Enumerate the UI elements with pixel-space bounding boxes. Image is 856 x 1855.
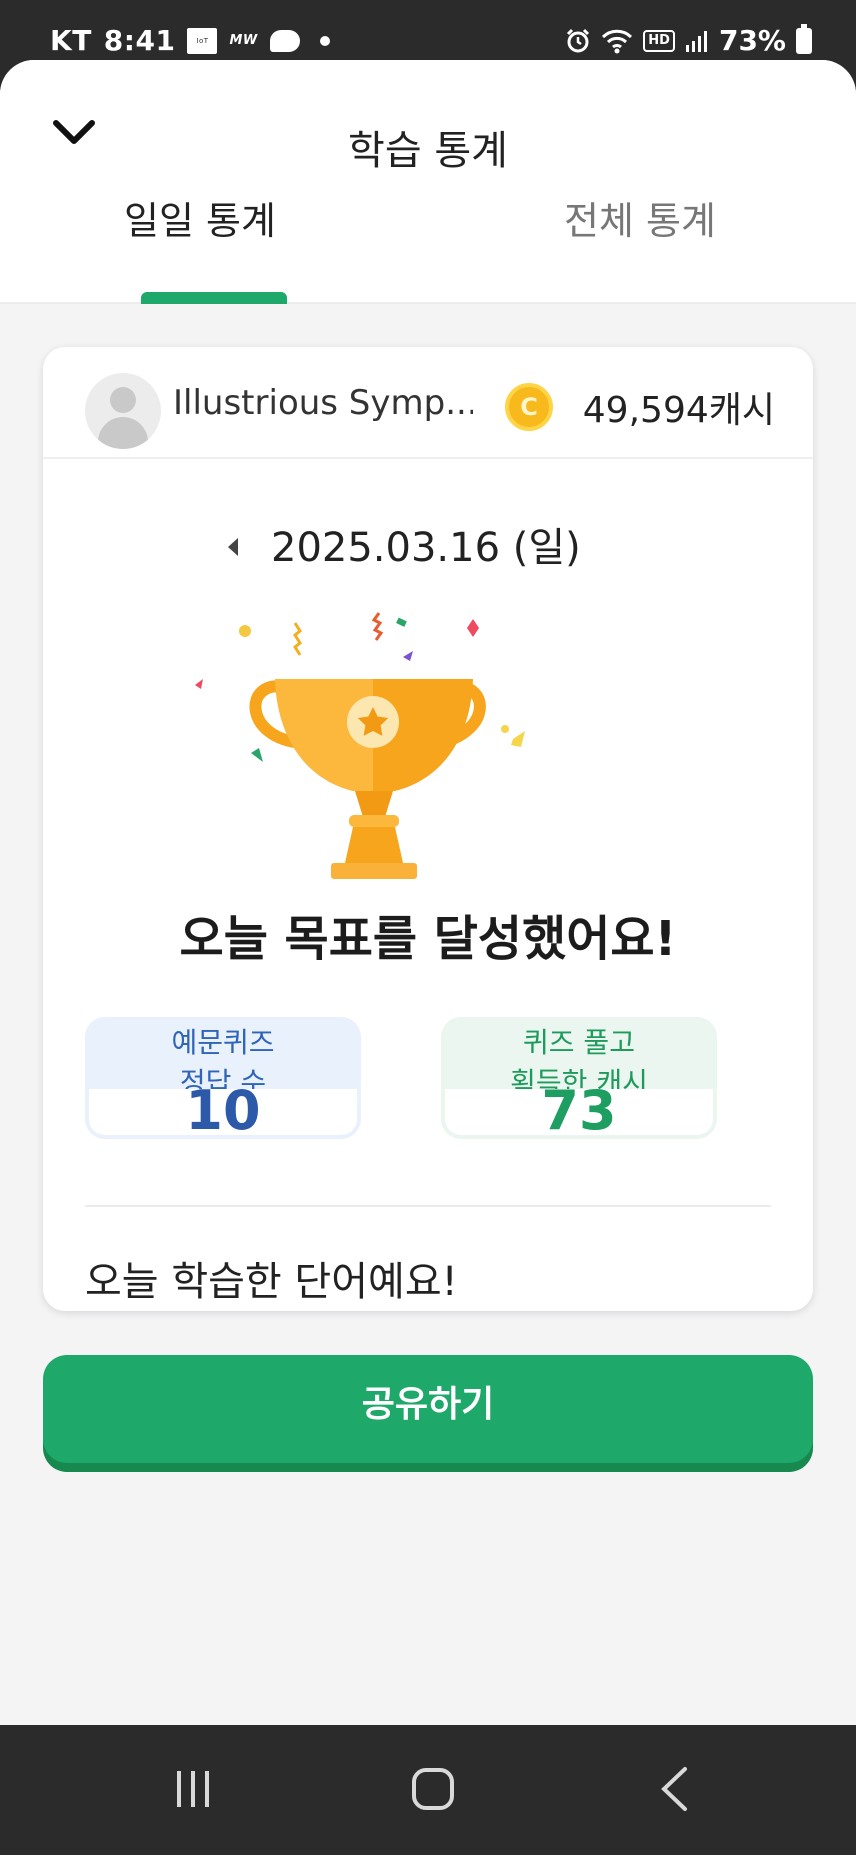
cash-balance: 49,594캐시 xyxy=(582,390,775,431)
stat-value: 73 xyxy=(541,1079,617,1139)
divider xyxy=(85,1205,771,1207)
recents-icon xyxy=(177,1771,209,1807)
system-nav-bar xyxy=(0,1725,856,1855)
learned-words-title: 오늘 학습한 단어예요! xyxy=(85,1259,458,1305)
share-button[interactable]: 공유하기 xyxy=(43,1355,813,1463)
notification-chat-icon xyxy=(269,29,300,52)
page-title: 학습 통계 xyxy=(348,128,508,174)
notification-app-icon: IoT xyxy=(187,27,218,54)
caret-left-icon xyxy=(228,538,238,556)
alarm-icon xyxy=(567,28,590,52)
notification-dot-icon xyxy=(319,35,330,46)
battery-percent: 73% xyxy=(718,24,786,57)
profile-row: Illustrious Symp... C 49,594캐시 xyxy=(43,347,813,459)
tab-active-indicator xyxy=(141,292,287,304)
app-panel: 학습 통계 일일 통계 전체 통계 Illustrious Symp... C … xyxy=(0,60,856,1725)
recents-button[interactable] xyxy=(153,1759,233,1819)
avatar xyxy=(85,373,161,449)
notification-mw-icon: MW xyxy=(229,33,258,48)
header: 학습 통계 일일 통계 전체 통계 xyxy=(0,60,856,304)
date-label: 2025.03.16 (일) xyxy=(271,525,581,571)
previous-date-button[interactable] xyxy=(223,533,243,561)
stat-cash-earned: 퀴즈 풀고 획득한 캐시 73 xyxy=(441,1017,717,1139)
stat-value: 10 xyxy=(185,1079,261,1139)
back-button[interactable] xyxy=(634,1759,714,1819)
carrier-label: KT xyxy=(50,24,92,57)
home-icon xyxy=(412,1768,454,1810)
battery-icon xyxy=(796,23,812,54)
wifi-icon xyxy=(602,29,633,53)
back-icon xyxy=(661,1767,687,1811)
stat-title-line1: 퀴즈 풀고 xyxy=(523,1026,635,1059)
signal-icon xyxy=(685,30,707,52)
stat-title-line1: 예문퀴즈 xyxy=(171,1026,275,1059)
goal-achieved-message: 오늘 목표를 달성했어요! xyxy=(179,911,677,967)
trophy-icon xyxy=(195,612,525,879)
stats-card: Illustrious Symp... C 49,594캐시 2025.03.1… xyxy=(43,347,813,1311)
stat-quiz-correct: 예문퀴즈 정답 수 10 xyxy=(85,1017,361,1139)
username: Illustrious Symp... xyxy=(173,383,473,423)
coin-icon: C xyxy=(505,383,553,431)
tab-total-stats[interactable]: 전체 통계 xyxy=(540,184,740,258)
clock: 8:41 xyxy=(103,24,176,57)
home-button[interactable] xyxy=(393,1759,473,1819)
hd-voice-icon: HD xyxy=(643,29,675,52)
tab-daily-stats[interactable]: 일일 통계 xyxy=(110,184,290,258)
